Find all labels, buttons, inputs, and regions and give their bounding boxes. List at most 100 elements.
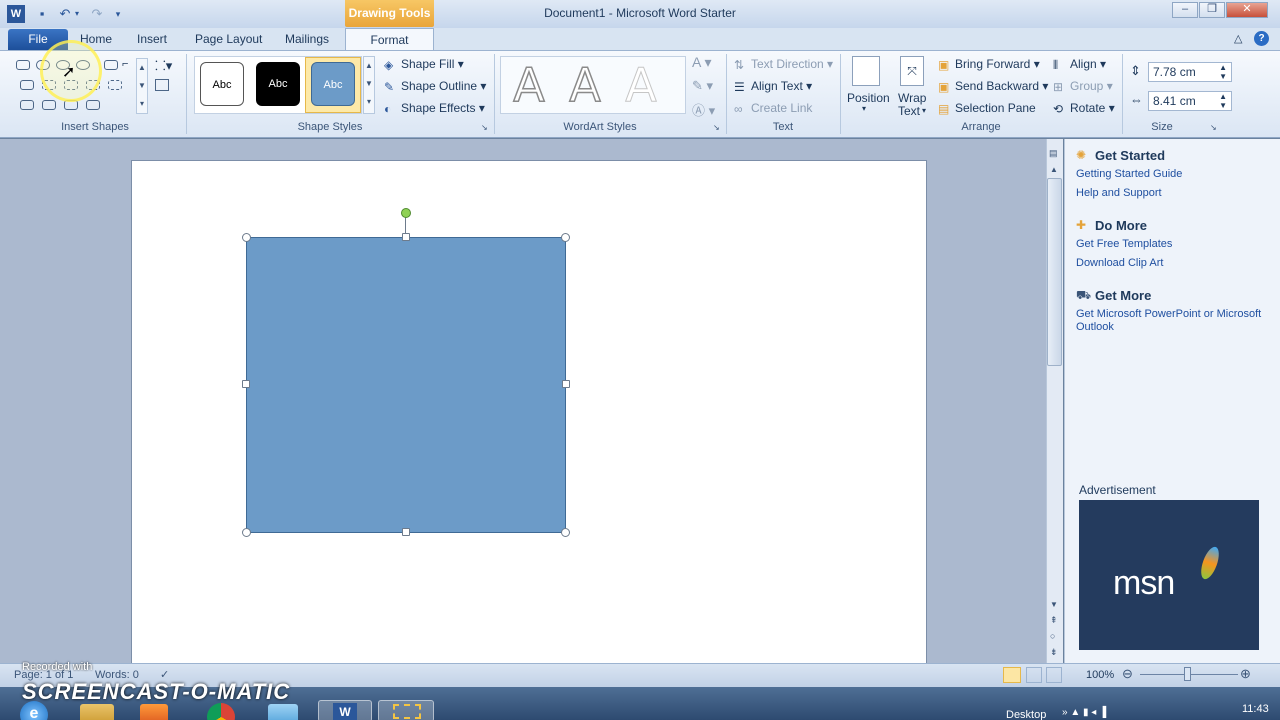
resize-handle-sw[interactable]	[242, 528, 251, 537]
help-icon[interactable]: ?	[1254, 31, 1269, 46]
close-button[interactable]: ✕	[1226, 2, 1268, 18]
callout-5-shape-icon[interactable]	[20, 100, 34, 110]
notification-tray-icons[interactable]: » ▲ ▮ ◂ ▐	[1062, 707, 1106, 718]
zoom-level[interactable]: 100%	[1086, 669, 1114, 681]
clock[interactable]: 11:43	[1242, 703, 1269, 715]
rectangle-shape[interactable]	[246, 237, 566, 533]
wordart-style-3[interactable]: A	[616, 60, 666, 111]
undo-dropdown-icon[interactable]: ▾	[72, 5, 82, 23]
scroll-up-icon[interactable]: ▲	[1050, 165, 1058, 174]
width-spinner-icon[interactable]: ▲ ▼	[1219, 92, 1227, 110]
scrollbar-thumb[interactable]	[1047, 178, 1062, 366]
resize-handle-n[interactable]	[402, 233, 410, 241]
next-page-icon[interactable]: ⇟	[1050, 647, 1058, 658]
text-box-icon[interactable]	[155, 79, 169, 91]
wordart-style-1[interactable]: A	[504, 59, 554, 111]
help-and-support-link[interactable]: Help and Support	[1076, 187, 1162, 199]
position-icon[interactable]	[852, 56, 880, 86]
text-effects-icon[interactable]: Ⓐ ▾	[692, 100, 715, 119]
shape-effects-button[interactable]: ◐ Shape Effects ▾	[384, 101, 485, 116]
previous-page-icon[interactable]: ⇞	[1050, 615, 1058, 626]
size-group-label: Size	[1151, 121, 1173, 133]
shape-styles-launcher-icon[interactable]: ↘	[481, 123, 488, 132]
scroll-down-icon[interactable]: ▼	[1050, 600, 1058, 609]
shape-outline-button[interactable]: ✎ Shape Outline ▾	[384, 79, 486, 94]
resize-handle-se[interactable]	[561, 528, 570, 537]
getting-started-guide-link[interactable]: Getting Started Guide	[1076, 168, 1182, 180]
shape-style-black[interactable]: Abc	[256, 62, 300, 106]
shape-styles-scroll[interactable]: ▲ ▼ ▾	[363, 56, 375, 114]
word-taskbar-button[interactable]: W	[318, 700, 372, 720]
send-backward-button[interactable]: ▣ Send Backward ▾	[938, 79, 1048, 94]
create-link-button[interactable]: ∞ Create Link	[734, 101, 812, 116]
wrap-dropdown-icon[interactable]: ▾	[922, 106, 926, 115]
position-dropdown-icon[interactable]: ▾	[862, 104, 866, 113]
file-explorer-icon[interactable]	[80, 704, 114, 720]
free-templates-link[interactable]: Get Free Templates	[1076, 238, 1172, 250]
zoom-out-icon[interactable]: ⊖	[1122, 666, 1133, 682]
shape-width-input[interactable]: 8.41 cm ▲ ▼	[1148, 91, 1232, 111]
position-button-label[interactable]: Position	[847, 91, 890, 105]
rectangle-shape-icon[interactable]	[16, 60, 30, 70]
zoom-in-icon[interactable]: ⊕	[1240, 666, 1251, 682]
media-player-icon[interactable]	[140, 704, 168, 720]
wordart-style-2[interactable]: A	[560, 59, 610, 111]
web-layout-view-icon[interactable]	[1046, 667, 1062, 683]
download-clip-art-link[interactable]: Download Clip Art	[1076, 257, 1163, 269]
resize-handle-w[interactable]	[242, 380, 250, 388]
shape-style-blue[interactable]: Abc	[311, 62, 355, 106]
size-launcher-icon[interactable]: ↘	[1210, 123, 1217, 132]
wordart-launcher-icon[interactable]: ↘	[713, 123, 720, 132]
full-screen-view-icon[interactable]	[1026, 667, 1042, 683]
resize-handle-nw[interactable]	[242, 233, 251, 242]
group-button[interactable]: ⊞ Group ▾	[1053, 79, 1113, 94]
line-shape-icon[interactable]: ⌐	[122, 58, 128, 70]
save-icon[interactable]: ▪	[33, 5, 51, 23]
square-shape-icon[interactable]	[104, 60, 118, 70]
zoom-slider-thumb[interactable]	[1184, 667, 1191, 681]
minimize-button[interactable]: –	[1172, 2, 1198, 18]
ruler-toggle-icon[interactable]: ▤	[1049, 148, 1058, 159]
wrap-text-icon[interactable]: ⤧	[900, 56, 924, 86]
desktop-toolbar-label[interactable]: Desktop	[1006, 709, 1046, 720]
text-fill-icon[interactable]: A ▾	[692, 54, 711, 71]
rotation-handle[interactable]	[401, 208, 411, 218]
align-button[interactable]: ⫴ Align ▾	[1053, 57, 1106, 72]
restore-button[interactable]: ❐	[1199, 2, 1225, 18]
height-spinner-icon[interactable]: ▲ ▼	[1219, 63, 1227, 81]
get-powerpoint-outlook-link[interactable]: Get Microsoft PowerPoint or Microsoft Ou…	[1076, 308, 1266, 334]
wrap-label-line1[interactable]: Wrap	[898, 91, 926, 105]
align-text-button[interactable]: ☰ Align Text ▾	[734, 79, 812, 94]
customize-qat-icon[interactable]: ▾	[112, 5, 124, 23]
callout-4-shape-icon[interactable]	[108, 80, 122, 90]
redo-icon[interactable]: ↷	[88, 5, 106, 23]
bring-forward-button[interactable]: ▣ Bring Forward ▾	[938, 57, 1040, 72]
resize-handle-e[interactable]	[562, 380, 570, 388]
callout-8-shape-icon[interactable]	[86, 100, 100, 110]
tab-mailings[interactable]: Mailings	[285, 32, 329, 46]
paint-icon[interactable]	[268, 704, 298, 720]
screen-recorder-taskbar-button[interactable]	[378, 700, 434, 720]
select-browse-object-icon[interactable]: ○	[1050, 631, 1055, 641]
tab-insert[interactable]: Insert	[137, 32, 167, 46]
shape-fill-button[interactable]: ◈ Shape Fill ▾	[384, 57, 464, 72]
shape-height-input[interactable]: 7.78 cm ▲ ▼	[1148, 62, 1232, 82]
wrap-label-line2[interactable]: Text	[898, 104, 920, 118]
text-outline-icon[interactable]: ✎ ▾	[692, 78, 713, 94]
rotate-button[interactable]: ⟲ Rotate ▾	[1053, 101, 1115, 116]
print-layout-view-icon[interactable]	[1003, 667, 1021, 683]
msn-advertisement[interactable]: msn	[1079, 500, 1259, 650]
text-direction-button[interactable]: ⇅ Text Direction ▾	[734, 57, 833, 72]
word-app-icon[interactable]: W	[7, 5, 25, 23]
minimize-ribbon-icon[interactable]: △	[1234, 32, 1242, 45]
resize-handle-ne[interactable]	[561, 233, 570, 242]
callout-6-shape-icon[interactable]	[42, 100, 56, 110]
selection-pane-button[interactable]: ▤ Selection Pane	[938, 101, 1036, 116]
edit-shape-icon[interactable]: ⸬▾	[155, 56, 172, 74]
resize-handle-s[interactable]	[402, 528, 410, 536]
flowchart-shape-icon[interactable]	[20, 80, 34, 90]
tab-page-layout[interactable]: Page Layout	[195, 32, 262, 46]
shape-style-white[interactable]: Abc	[200, 62, 244, 106]
shapes-gallery-scroll[interactable]: ▲ ▼ ▾	[136, 58, 148, 114]
tab-format[interactable]: Format	[345, 28, 434, 51]
